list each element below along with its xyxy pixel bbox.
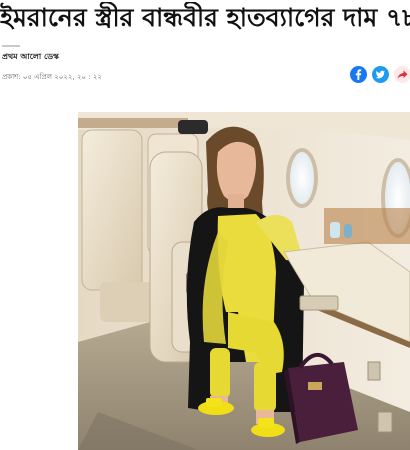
headline-divider [2, 45, 20, 47]
facebook-share-button[interactable] [350, 66, 367, 83]
article-photo [78, 112, 410, 450]
article-meta-row: প্রকাশ: ০৫ এপ্রিল ২০২২, ২০ : ২২ [0, 66, 410, 86]
facebook-icon [355, 69, 362, 80]
share-button[interactable] [394, 66, 410, 83]
twitter-share-button[interactable] [372, 66, 389, 83]
twitter-icon [375, 70, 386, 79]
author-byline[interactable]: প্রথম আলো ডেস্ক [2, 51, 59, 64]
article-headline: ইমরানের স্ত্রীর বান্ধবীর হাতব্যাগের দাম … [0, 3, 410, 32]
share-icon [397, 70, 408, 79]
published-date: প্রকাশ: ০৫ এপ্রিল ২০২২, ২০ : ২২ [2, 73, 102, 81]
jet-cabin-photo [78, 112, 410, 450]
